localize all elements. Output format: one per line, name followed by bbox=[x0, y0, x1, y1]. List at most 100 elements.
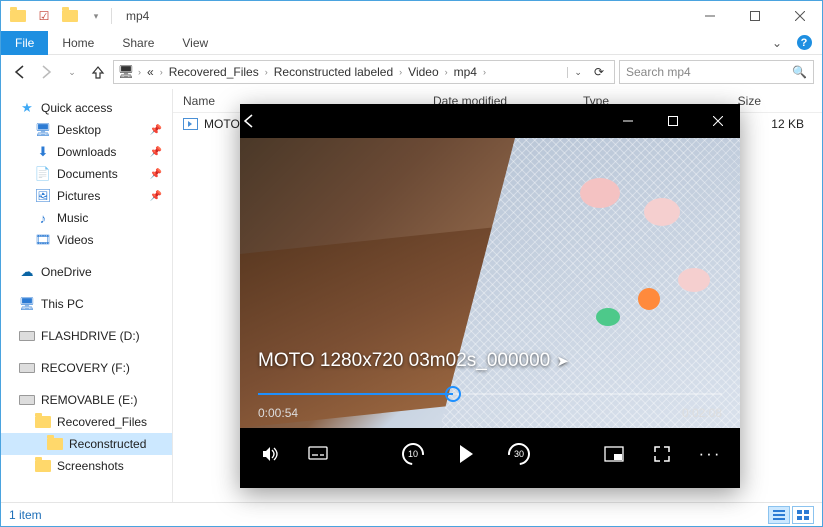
window-controls bbox=[687, 1, 822, 31]
cloud-icon: ☁ bbox=[19, 264, 35, 280]
back-button[interactable] bbox=[9, 61, 31, 83]
tab-home[interactable]: Home bbox=[48, 32, 108, 54]
crumb-item[interactable]: Recovered_Files bbox=[167, 65, 261, 79]
expand-ribbon-icon[interactable]: ⌄ bbox=[762, 36, 792, 50]
tab-file[interactable]: File bbox=[1, 31, 48, 55]
video-title: MOTO 1280x720 03m02s_000000 ➤ bbox=[258, 350, 722, 372]
pc-icon: 🖥 bbox=[19, 296, 35, 312]
fullscreen-button[interactable] bbox=[650, 442, 674, 466]
sidebar-item-videos[interactable]: 🎞 Videos bbox=[1, 229, 172, 251]
documents-icon: 📄 bbox=[35, 166, 51, 182]
desktop-icon: 🖥 bbox=[35, 122, 51, 138]
video-viewport[interactable]: MOTO 1280x720 03m02s_000000 ➤ 0:00:54 0:… bbox=[240, 138, 740, 428]
close-button[interactable] bbox=[777, 1, 822, 31]
sidebar-item-music[interactable]: ♪ Music bbox=[1, 207, 172, 229]
sidebar-quick-access[interactable]: ★ Quick access bbox=[1, 97, 172, 119]
sidebar-onedrive[interactable]: ☁ OneDrive bbox=[1, 261, 172, 283]
sidebar-this-pc[interactable]: 🖥 This PC bbox=[1, 293, 172, 315]
chevron-right-icon: › bbox=[479, 67, 490, 77]
nav-pane: ★ Quick access 🖥 Desktop 📌 ⬇ Downloads 📌… bbox=[1, 89, 173, 502]
search-placeholder: Search mp4 bbox=[626, 65, 691, 79]
tab-view[interactable]: View bbox=[168, 32, 222, 54]
chevron-right-icon: › bbox=[156, 67, 167, 77]
skip-forward-button[interactable]: 30 bbox=[506, 441, 532, 467]
pin-icon: 📌 bbox=[150, 169, 162, 180]
tab-share[interactable]: Share bbox=[108, 32, 168, 54]
details-view-button[interactable] bbox=[768, 506, 790, 524]
properties-icon[interactable]: ☑ bbox=[33, 5, 55, 27]
up-button[interactable] bbox=[87, 61, 109, 83]
folder-icon bbox=[35, 414, 51, 430]
sidebar-tree-item[interactable]: Screenshots bbox=[1, 455, 172, 477]
file-size: 12 KB bbox=[771, 117, 822, 131]
label: Screenshots bbox=[57, 459, 124, 473]
play-button[interactable] bbox=[454, 442, 478, 466]
qat-dropdown-icon[interactable]: ▾ bbox=[85, 5, 107, 27]
skip-fwd-label: 30 bbox=[514, 449, 524, 459]
video-title-text: MOTO 1280x720 03m02s_000000 bbox=[258, 350, 550, 372]
seek-thumb[interactable] bbox=[445, 386, 461, 402]
nav-bar: ⌄ 🖥 › « › Recovered_Files › Reconstructe… bbox=[1, 55, 822, 89]
folder-icon bbox=[35, 458, 51, 474]
crumb-item[interactable]: Video bbox=[406, 65, 440, 79]
player-minimize-button[interactable] bbox=[605, 104, 650, 138]
downloads-icon: ⬇ bbox=[35, 144, 51, 160]
seek-bar[interactable] bbox=[258, 386, 722, 402]
skip-back-label: 10 bbox=[408, 449, 418, 459]
player-controls: 10 30 ··· bbox=[240, 428, 740, 480]
divider bbox=[111, 8, 112, 24]
sidebar-item-pictures[interactable]: 🖼 Pictures 📌 bbox=[1, 185, 172, 207]
label: FLASHDRIVE (D:) bbox=[41, 329, 140, 343]
drive-icon bbox=[19, 392, 35, 408]
seek-fill bbox=[258, 393, 453, 395]
item-count: 1 item bbox=[9, 508, 42, 522]
video-overlay: MOTO 1280x720 03m02s_000000 ➤ 0:00:54 0:… bbox=[240, 340, 740, 428]
status-bar: 1 item bbox=[1, 502, 822, 526]
sidebar-drive[interactable]: REMOVABLE (E:) bbox=[1, 389, 172, 411]
current-time: 0:00:54 bbox=[258, 406, 298, 420]
pin-icon: 📌 bbox=[150, 191, 162, 202]
label: Quick access bbox=[41, 101, 112, 115]
sidebar-tree-item[interactable]: Recovered_Files bbox=[1, 411, 172, 433]
address-dropdown-icon[interactable]: ⌄ bbox=[567, 67, 588, 78]
maximize-button[interactable] bbox=[732, 1, 777, 31]
player-close-button[interactable] bbox=[695, 104, 740, 138]
help-button[interactable]: ? bbox=[792, 31, 816, 55]
sidebar-drive[interactable]: RECOVERY (F:) bbox=[1, 357, 172, 379]
folder-icon bbox=[7, 5, 29, 27]
breadcrumb-ellipsis[interactable]: « bbox=[145, 65, 156, 79]
sidebar-item-documents[interactable]: 📄 Documents 📌 bbox=[1, 163, 172, 185]
player-back-button[interactable] bbox=[240, 112, 284, 130]
minimize-button[interactable] bbox=[687, 1, 732, 31]
player-maximize-button[interactable] bbox=[650, 104, 695, 138]
thumbnails-view-button[interactable] bbox=[792, 506, 814, 524]
sidebar-item-desktop[interactable]: 🖥 Desktop 📌 bbox=[1, 119, 172, 141]
crumb-item[interactable]: mp4 bbox=[452, 65, 479, 79]
duration: 0:02:08 bbox=[682, 406, 722, 420]
label: Downloads bbox=[57, 145, 116, 159]
sidebar-tree-item[interactable]: Reconstructed bbox=[1, 433, 172, 455]
mini-view-button[interactable] bbox=[602, 442, 626, 466]
recent-dropdown-icon[interactable]: ⌄ bbox=[61, 61, 83, 83]
more-button[interactable]: ··· bbox=[698, 442, 722, 466]
sidebar-item-downloads[interactable]: ⬇ Downloads 📌 bbox=[1, 141, 172, 163]
subtitles-button[interactable] bbox=[306, 442, 330, 466]
crumb-item[interactable]: Reconstructed labeled bbox=[272, 65, 395, 79]
volume-button[interactable] bbox=[258, 442, 282, 466]
sidebar-drive[interactable]: FLASHDRIVE (D:) bbox=[1, 325, 172, 347]
quick-access-toolbar: ☑ ▾ bbox=[1, 5, 107, 27]
new-folder-icon[interactable] bbox=[59, 5, 81, 27]
search-icon[interactable]: 🔍 bbox=[792, 65, 807, 79]
video-file-icon bbox=[183, 118, 198, 130]
search-input[interactable]: Search mp4 🔍 bbox=[619, 60, 814, 84]
refresh-icon[interactable]: ⟳ bbox=[588, 65, 610, 79]
drive-icon bbox=[19, 360, 35, 376]
chevron-right-icon: › bbox=[134, 67, 145, 77]
skip-back-button[interactable]: 10 bbox=[400, 441, 426, 467]
time-display: 0:00:54 0:02:08 bbox=[258, 406, 722, 420]
forward-button[interactable] bbox=[35, 61, 57, 83]
cursor-icon: ➤ bbox=[556, 352, 569, 370]
pin-icon: 📌 bbox=[150, 147, 162, 158]
breadcrumb[interactable]: 🖥 › « › Recovered_Files › Reconstructed … bbox=[113, 60, 615, 84]
label: Desktop bbox=[57, 123, 101, 137]
